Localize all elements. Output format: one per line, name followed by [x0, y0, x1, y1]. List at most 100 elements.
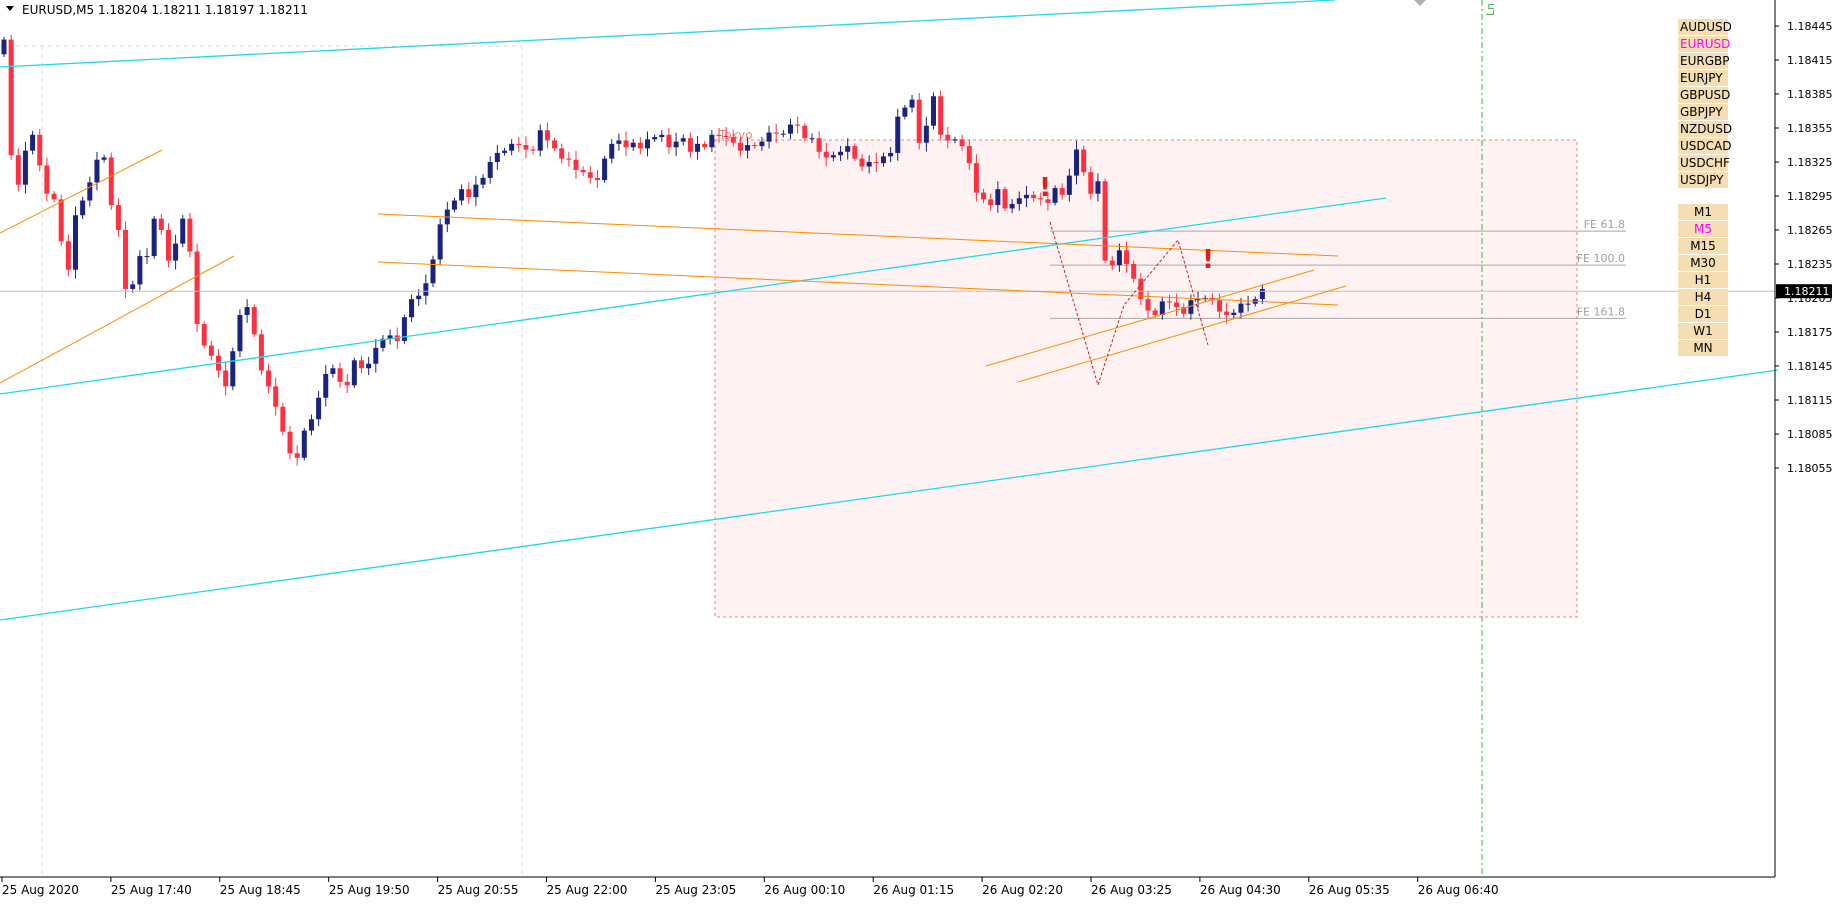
candle-body — [873, 161, 879, 164]
candle-body — [931, 96, 936, 126]
candle-body — [101, 157, 107, 160]
candle-body — [273, 386, 279, 407]
current-price-marker: 1.18211 — [1776, 284, 1832, 299]
candle-body — [959, 139, 965, 147]
candle-body — [809, 138, 815, 140]
candle-body — [823, 151, 829, 158]
timeframe-button-m1[interactable]: M1 — [1694, 205, 1712, 219]
alert-icon[interactable]: ! — [1039, 173, 1051, 203]
candle-body — [1174, 302, 1180, 308]
candle-body — [1217, 300, 1222, 312]
candle-body — [716, 134, 722, 136]
candle-body — [308, 419, 314, 431]
candle-body — [702, 143, 708, 148]
candle-body — [995, 189, 1001, 206]
candle-body — [759, 141, 765, 147]
candle-body — [680, 138, 686, 142]
timeframe-button-m30[interactable]: M30 — [1690, 256, 1716, 270]
candle-body — [1159, 301, 1165, 315]
candle-body — [509, 143, 515, 151]
candle-body — [802, 125, 808, 139]
candle-body — [981, 192, 987, 200]
symbol-button-eurjpy[interactable]: EURJPY — [1680, 71, 1723, 85]
candle-body — [773, 132, 779, 134]
candle-body — [123, 229, 129, 289]
timeframe-button-mn[interactable]: MN — [1693, 341, 1712, 355]
timeframe-button-h4[interactable]: H4 — [1695, 290, 1712, 304]
chart-window[interactable]: Tokyo Ln FE 61.8 FE 100.0 FE 161.8 ! ! EUR… — [0, 0, 1845, 901]
candle-body — [845, 146, 851, 152]
candle-body — [108, 157, 114, 206]
candle-body — [423, 283, 429, 296]
candle-body — [8, 39, 14, 156]
timeframe-panel: M1 M5 M15 M30 H1 H4 D1 W1 MN — [1678, 204, 1728, 356]
chart-title: EURUSD,M5 1.18204 1.18211 1.18197 1.1821… — [22, 3, 308, 17]
symbol-button-gbpjpy[interactable]: GBPJPY — [1680, 105, 1723, 119]
timeframe-button-h1[interactable]: H1 — [1695, 273, 1712, 287]
candle-body — [780, 133, 786, 135]
candle-body — [502, 150, 507, 153]
symbol-button-gbpusd[interactable]: GBPUSD — [1680, 88, 1730, 102]
chart-canvas[interactable]: Tokyo Ln FE 61.8FE 100.0FE 161.8 ! ! EUR… — [0, 0, 1845, 901]
candle-body — [766, 132, 772, 142]
candle-body — [1238, 303, 1244, 313]
time-tick-label: 25 Aug 2020 — [2, 883, 79, 897]
candle-body — [838, 151, 844, 156]
symbol-button-usdcad[interactable]: USDCAD — [1680, 139, 1731, 153]
symbol-button-eurusd[interactable]: EURUSD — [1680, 37, 1730, 51]
symbol-button-nzdusd[interactable]: NZDUSD — [1680, 122, 1732, 136]
symbol-button-usdchf[interactable]: USDCHF — [1680, 156, 1730, 170]
price-tick-label: 1.18355 — [1787, 122, 1833, 135]
candle-body — [73, 215, 78, 270]
candle-body — [251, 307, 257, 335]
candle-body — [208, 345, 214, 356]
price-tick-label: 1.18325 — [1787, 156, 1833, 169]
candle-body — [816, 138, 822, 152]
candle-body — [552, 140, 558, 149]
price-tick-label: 1.18445 — [1787, 20, 1833, 33]
time-tick-label: 25 Aug 20:55 — [438, 883, 519, 897]
symbol-button-audusd[interactable]: AUDUSD — [1680, 20, 1732, 34]
candle-body — [695, 143, 701, 152]
candle-body — [130, 284, 136, 289]
symbol-button-eurgbp[interactable]: EURGBP — [1680, 54, 1729, 68]
candle-body — [530, 149, 536, 151]
candle-body — [1016, 198, 1022, 204]
price-tick-label: 1.18115 — [1787, 394, 1833, 407]
candle-body — [1259, 288, 1265, 300]
timeframe-button-d1[interactable]: D1 — [1695, 307, 1712, 321]
candle-body — [1023, 194, 1029, 199]
candle-body — [151, 218, 157, 257]
candle-body — [294, 453, 300, 458]
candle-body — [451, 200, 457, 210]
symbol-button-usdjpy[interactable]: USDJPY — [1680, 173, 1724, 187]
scroll-marker-icon[interactable] — [1414, 0, 1426, 6]
timeframe-button-m5[interactable]: M5 — [1694, 222, 1712, 236]
candle-body — [165, 229, 171, 261]
timeframe-button-m15[interactable]: M15 — [1690, 239, 1716, 253]
candle-body — [559, 148, 565, 159]
price-tick-label: 1.18415 — [1787, 54, 1833, 67]
candle-body — [22, 150, 28, 185]
candle-body — [351, 360, 357, 386]
candle-body — [487, 161, 493, 178]
candle-body — [659, 134, 665, 138]
timeframe-button-w1[interactable]: W1 — [1693, 324, 1713, 338]
candle-body — [523, 144, 529, 150]
candle-body — [973, 163, 979, 193]
candle-body — [830, 155, 836, 158]
candle-body — [1116, 250, 1122, 266]
candle-body — [437, 224, 443, 260]
candle-body — [1224, 311, 1230, 315]
alert-icon[interactable]: ! — [1202, 245, 1214, 275]
fibo-level-label: FE 61.8 — [1584, 218, 1625, 231]
candle-body — [630, 142, 636, 148]
candle-body — [373, 347, 379, 364]
tokyo-session-box[interactable] — [714, 139, 1578, 618]
price-tick-label: 1.18265 — [1787, 224, 1833, 237]
candle-body — [480, 177, 486, 185]
candle-body — [366, 363, 372, 369]
candle-body — [1009, 203, 1015, 209]
dropdown-triangle-icon[interactable] — [6, 6, 14, 11]
candle-body — [752, 144, 758, 147]
